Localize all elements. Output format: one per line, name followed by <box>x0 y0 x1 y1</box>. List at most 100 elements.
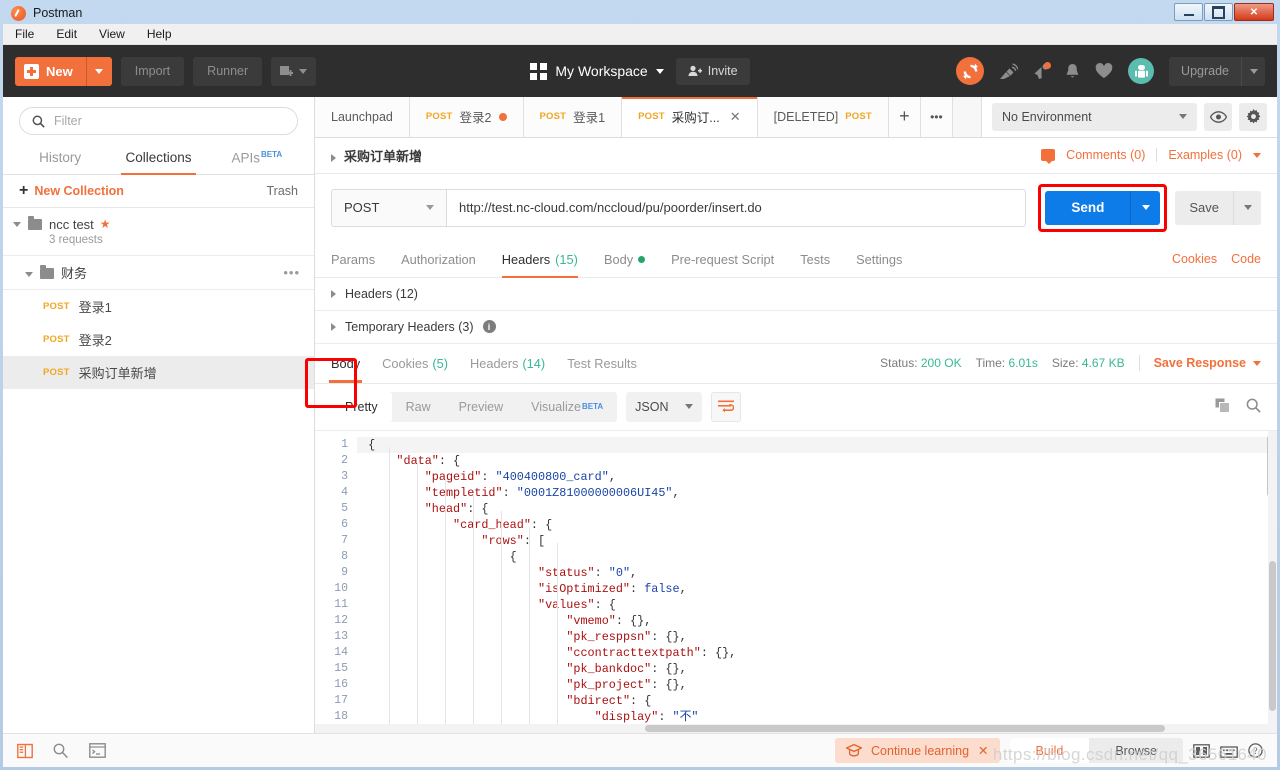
horizontal-scrollbar[interactable] <box>315 724 1277 733</box>
sidebar-tab-apis[interactable]: APIsBETA <box>208 143 306 174</box>
menu-item-help[interactable]: Help <box>145 26 174 42</box>
request-item-denglu2[interactable]: POST 登录2 <box>3 323 314 356</box>
comments-link[interactable]: Comments (0) <box>1066 148 1145 162</box>
folder-more-icon[interactable]: ••• <box>283 265 300 280</box>
help-button[interactable]: ? <box>1248 743 1263 758</box>
tab-authorization[interactable]: Authorization <box>401 241 476 277</box>
save-button[interactable]: Save <box>1175 191 1233 225</box>
tab-headers[interactable]: Headers (15) <box>501 241 579 279</box>
environment-quick-look-button[interactable] <box>1204 102 1232 131</box>
sidebar-toggle-button[interactable] <box>17 743 33 759</box>
chevron-down-icon[interactable] <box>13 221 21 227</box>
menu-item-edit[interactable]: Edit <box>54 26 79 42</box>
maximize-button[interactable] <box>1204 3 1233 21</box>
http-method-select[interactable]: POST <box>331 188 446 227</box>
build-button[interactable]: Build <box>1009 738 1090 763</box>
tab-body[interactable]: Body <box>604 241 646 277</box>
new-collection-button[interactable]: + New Collection <box>19 182 124 198</box>
heart-icon[interactable] <box>1095 63 1113 79</box>
new-button-main[interactable]: New <box>15 57 86 86</box>
save-dropdown[interactable] <box>1233 190 1261 225</box>
tab-tests[interactable]: Tests <box>800 241 830 277</box>
tab-settings[interactable]: Settings <box>856 241 902 277</box>
find-button[interactable] <box>53 743 69 759</box>
scrollbar-thumb[interactable] <box>1269 560 1276 711</box>
word-wrap-button[interactable] <box>711 391 742 422</box>
new-button[interactable]: New <box>15 56 112 86</box>
send-dropdown[interactable] <box>1130 190 1160 225</box>
tab-denglu1[interactable]: POST 登录1 <box>523 97 623 137</box>
workspace-selector[interactable]: My Workspace <box>530 62 664 80</box>
send-button[interactable]: Send <box>1045 190 1161 225</box>
temporary-headers-section[interactable]: Temporary Headers (3) i <box>315 311 1277 344</box>
main-vertical-scrollbar[interactable] <box>1268 430 1277 724</box>
sync-icon[interactable] <box>956 57 985 85</box>
response-tab-test-results[interactable]: Test Results <box>567 343 637 383</box>
collection-item-ncc-test[interactable]: ncc test ★ 3 requests <box>3 208 314 256</box>
trash-button[interactable]: Trash <box>267 184 299 198</box>
response-tab-body[interactable]: Body <box>328 343 363 384</box>
chevron-right-icon[interactable] <box>331 322 336 331</box>
chevron-down-icon[interactable] <box>25 272 33 277</box>
environment-settings-button[interactable] <box>1239 102 1267 131</box>
response-tab-cookies[interactable]: Cookies (5) <box>382 343 448 383</box>
save-response-button[interactable]: Save Response <box>1154 356 1261 370</box>
browse-button[interactable]: Browse <box>1089 738 1183 763</box>
upgrade-button[interactable]: Upgrade <box>1169 56 1265 86</box>
tab-denglu2[interactable]: POST 登录2 <box>409 97 524 137</box>
tab-launchpad[interactable]: Launchpad <box>315 97 410 137</box>
format-preview[interactable]: Preview <box>445 392 517 422</box>
request-item-caigou-dingdan-xinzeng[interactable]: POST 采购订单新增 <box>3 355 314 389</box>
chevron-down-icon[interactable] <box>1253 152 1261 158</box>
format-visualize[interactable]: Visualize BETA <box>517 392 617 422</box>
copy-button[interactable] <box>1215 398 1230 416</box>
upgrade-dropdown[interactable] <box>1241 56 1265 86</box>
chevron-right-icon[interactable] <box>331 289 336 298</box>
folder-item-caiwu[interactable]: 财务 ••• <box>3 256 314 290</box>
sidebar-tab-collections[interactable]: Collections <box>109 143 207 174</box>
format-pretty[interactable]: Pretty <box>331 391 392 422</box>
continue-learning-banner[interactable]: Continue learning ✕ <box>835 738 1000 763</box>
megaphone-icon[interactable] <box>1033 61 1052 80</box>
breadcrumb[interactable]: 采购订单新增 <box>331 146 422 165</box>
url-input[interactable] <box>446 188 1027 227</box>
close-icon[interactable]: ✕ <box>978 743 988 758</box>
cookies-link[interactable]: Cookies <box>1172 252 1217 266</box>
import-button[interactable]: Import <box>120 56 185 86</box>
code-link[interactable]: Code <box>1231 252 1261 266</box>
tab-params[interactable]: Params <box>331 241 375 277</box>
runner-button[interactable]: Runner <box>193 56 263 86</box>
headers-section[interactable]: Headers (12) <box>315 278 1277 311</box>
tab-caigou-dingdan[interactable]: POST 采购订... ✕ <box>622 97 758 137</box>
tab-pre-request-script[interactable]: Pre-request Script <box>671 241 774 277</box>
chevron-right-icon[interactable] <box>331 153 336 162</box>
response-json-code[interactable]: { "data": { "pageid": "400400800_card", … <box>357 431 1277 724</box>
filter-input[interactable] <box>54 114 285 128</box>
two-pane-layout-button[interactable] <box>1193 743 1210 758</box>
new-tab-button[interactable]: + <box>888 97 921 137</box>
menu-item-file[interactable]: File <box>13 26 36 42</box>
minimize-button[interactable] <box>1174 3 1203 21</box>
examples-link[interactable]: Examples (0) <box>1168 148 1242 162</box>
response-language-select[interactable]: JSON <box>626 391 703 422</box>
sidebar-tab-history[interactable]: History <box>11 143 109 174</box>
keyboard-shortcuts-button[interactable] <box>1220 744 1238 758</box>
satellite-icon[interactable] <box>999 62 1019 80</box>
star-icon[interactable]: ★ <box>100 217 111 231</box>
close-button[interactable]: ✕ <box>1234 3 1274 21</box>
info-icon[interactable]: i <box>482 320 496 334</box>
tab-deleted[interactable]: [DELETED] POST <box>757 97 889 137</box>
invite-button[interactable]: Invite <box>675 57 750 85</box>
console-button[interactable] <box>89 743 106 758</box>
avatar[interactable] <box>1128 58 1155 84</box>
filter-box[interactable] <box>19 107 298 135</box>
request-item-denglu1[interactable]: POST 登录1 <box>3 290 314 323</box>
tab-more-button[interactable]: ••• <box>920 97 953 137</box>
environment-selector[interactable]: No Environment <box>992 102 1197 131</box>
new-window-button[interactable] <box>271 56 317 86</box>
close-icon[interactable]: ✕ <box>730 109 741 125</box>
search-response-button[interactable] <box>1246 398 1261 416</box>
bell-icon[interactable] <box>1065 63 1080 80</box>
format-raw[interactable]: Raw <box>392 392 445 422</box>
new-button-dropdown[interactable] <box>85 56 112 86</box>
